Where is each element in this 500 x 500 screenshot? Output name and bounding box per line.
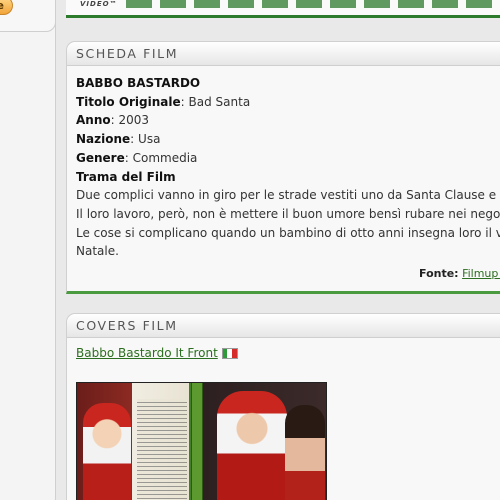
field-value: : 2003 [110,113,150,128]
banner-decoration [126,0,500,8]
field-original-title: Titolo Originale: Bad Santa [76,93,500,112]
cover-figure [83,403,131,500]
plot-line: Le cose si complicano quando un bambino … [76,225,500,240]
plot-line: Due complici vanno in giro per le strade… [76,188,500,203]
go-button[interactable]: e [0,0,13,15]
source-link[interactable]: Filmup ( [462,267,500,280]
field-value: : Usa [130,132,161,147]
panel-title: COVERS FILM [76,318,178,333]
cover-link-row: Babbo Bastardo It Front [67,338,500,360]
field-label: Nazione [76,132,131,147]
plot-line: Natale. [76,244,119,259]
cover-spine [191,383,203,500]
cover-link[interactable]: Babbo Bastardo It Front [76,346,218,360]
field-label: Anno [76,113,111,128]
field-value: : Commedia [124,150,198,165]
panel-title: SCHEDA FILM [76,46,179,61]
plot-heading: Trama del Film [76,169,176,184]
search-box: e [0,0,56,32]
italian-flag-icon [221,347,238,359]
field-value: : Bad Santa [180,94,251,109]
panel-header: SCHEDA FILM [67,42,500,66]
film-title: BABBO BASTARDO [76,76,201,90]
film-details: BABBO BASTARDO Titolo Originale: Bad San… [67,66,500,261]
site-banner: VIDEO™ [66,0,500,18]
field-label: Genere [76,150,125,165]
field-country: Nazione: Usa [76,130,500,149]
sidebar [0,0,56,500]
cover-figure [285,405,325,500]
cover-figure [217,391,287,500]
flag-stripe [232,348,237,358]
banner-logo: VIDEO™ [80,0,118,8]
covers-film-panel: COVERS FILM Babbo Bastardo It Front [66,313,500,500]
scheda-film-panel: SCHEDA FILM BABBO BASTARDO Titolo Origin… [66,41,500,294]
panel-header: COVERS FILM [67,314,500,338]
field-genre: Genere: Commedia [76,149,500,168]
plot-line: Il loro lavoro, però, non è mettere il b… [76,206,500,221]
source-label: Fonte: [419,267,459,280]
field-label: Titolo Originale [76,94,181,109]
dvd-cover-image[interactable] [76,382,327,500]
cover-back-text [137,399,187,499]
field-year: Anno: 2003 [76,111,500,130]
source: Fonte: Filmup ( [419,267,500,280]
